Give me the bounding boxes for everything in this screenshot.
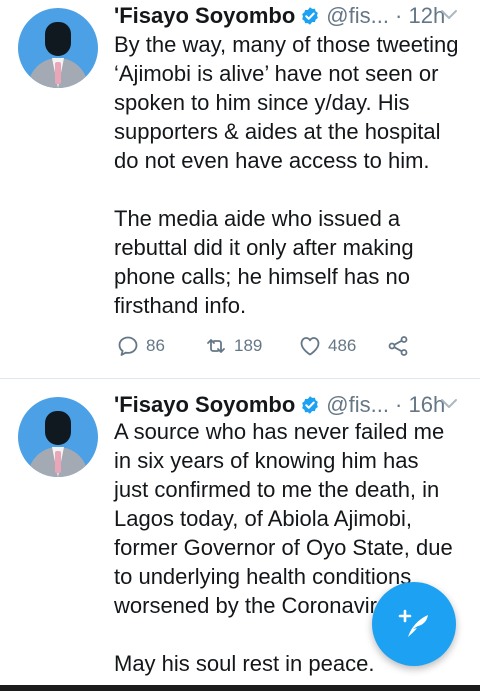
like-count: 486 bbox=[328, 336, 357, 355]
separator-dot: · bbox=[388, 392, 409, 417]
author-handle[interactable]: @fis... bbox=[326, 392, 389, 418]
retweet-button[interactable]: 189 bbox=[204, 334, 262, 358]
author-name[interactable]: 'Fisayo Soyombo bbox=[114, 392, 295, 418]
avatar-head bbox=[45, 22, 71, 56]
avatar[interactable] bbox=[18, 8, 98, 88]
tweet-header: 'Fisayo Soyombo @fis... · 16h bbox=[114, 390, 445, 420]
avatar-tie bbox=[55, 451, 61, 473]
tweet-header: 'Fisayo Soyombo @fis... · 12h bbox=[114, 1, 445, 31]
heart-icon bbox=[300, 337, 320, 356]
reply-icon bbox=[118, 336, 138, 356]
compose-tweet-icon bbox=[398, 609, 428, 637]
retweet-icon bbox=[207, 339, 225, 353]
tweet-paragraph: The media aide who issued a rebuttal did… bbox=[114, 206, 414, 318]
reply-button[interactable]: 86 bbox=[116, 334, 165, 358]
tweet-divider bbox=[0, 378, 480, 379]
system-navigation-bar bbox=[0, 685, 480, 691]
chevron-down-icon[interactable] bbox=[440, 395, 458, 413]
separator-dot: · bbox=[388, 3, 409, 28]
chevron-down-icon[interactable] bbox=[440, 6, 458, 24]
avatar-head bbox=[45, 411, 71, 445]
avatar[interactable] bbox=[18, 397, 98, 477]
compose-tweet-button[interactable] bbox=[372, 582, 456, 666]
share-icon bbox=[388, 336, 408, 356]
avatar-tie bbox=[55, 62, 61, 84]
reply-count: 86 bbox=[146, 336, 165, 355]
author-handle[interactable]: @fis... bbox=[326, 3, 389, 29]
like-button[interactable]: 486 bbox=[298, 334, 356, 358]
tweet-1[interactable]: 'Fisayo Soyombo @fis... · 12h By the way… bbox=[0, 0, 480, 378]
verified-badge-icon bbox=[302, 7, 319, 25]
share-button[interactable] bbox=[386, 334, 410, 358]
tweet-text: By the way, many of those tweeting ‘Ajim… bbox=[114, 30, 464, 320]
retweet-count: 189 bbox=[234, 336, 263, 355]
author-name[interactable]: 'Fisayo Soyombo bbox=[114, 3, 295, 29]
tweet-paragraph: By the way, many of those tweeting ‘Ajim… bbox=[114, 32, 459, 173]
verified-badge-icon bbox=[302, 396, 319, 414]
